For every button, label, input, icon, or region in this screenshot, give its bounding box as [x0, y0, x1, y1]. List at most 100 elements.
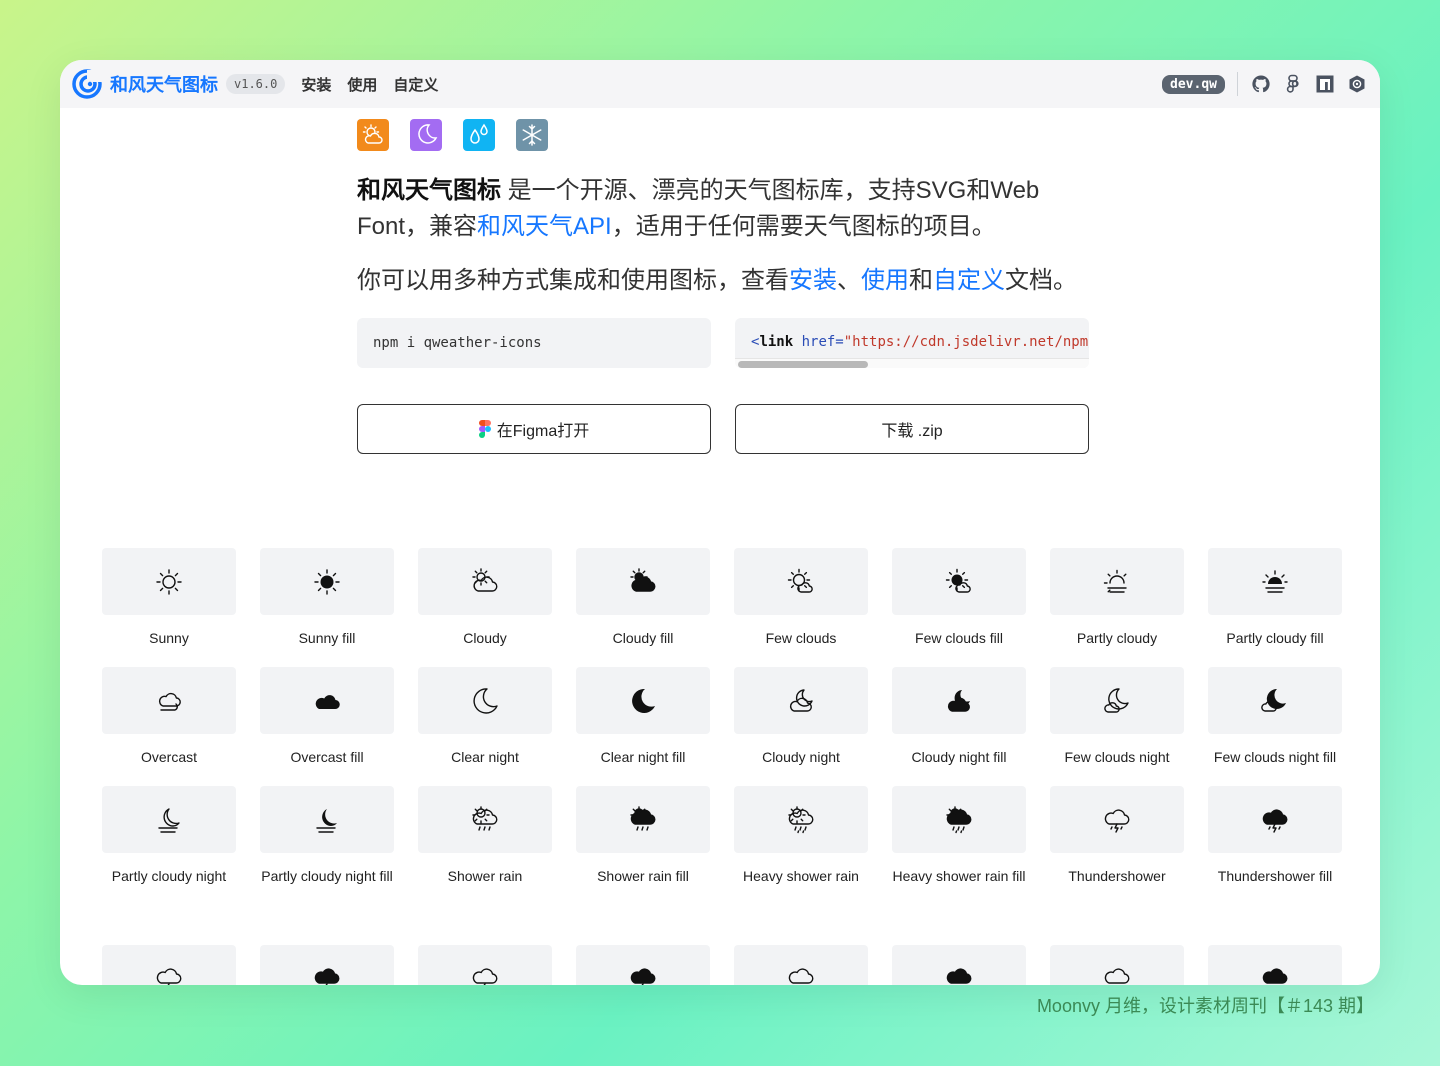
nav-link-customize[interactable]: 自定义 — [393, 74, 438, 95]
figma-icon[interactable] — [1282, 73, 1304, 95]
thunder-rain-icon — [472, 967, 498, 985]
icon-tile[interactable] — [1208, 945, 1342, 985]
icon-card[interactable]: Cloudy — [418, 548, 552, 667]
icon-tile[interactable] — [102, 667, 236, 734]
npm-icon[interactable] — [1314, 73, 1336, 95]
icon-tile[interactable] — [576, 548, 710, 615]
icon-tile[interactable] — [1208, 667, 1342, 734]
icon-card[interactable]: Partly cloudy fill — [1208, 548, 1342, 667]
icon-card[interactable]: Few clouds night fill — [1208, 667, 1342, 786]
icon-tile[interactable] — [260, 667, 394, 734]
top-nav: 和风天气图标 v1.6.0 安装 使用 自定义 dev.qw — [60, 60, 1380, 108]
icon-card[interactable] — [260, 945, 394, 985]
icon-tile[interactable] — [734, 945, 868, 985]
icon-card[interactable]: Cloudy fill — [576, 548, 710, 667]
icon-card[interactable]: Overcast fill — [260, 667, 394, 786]
brand[interactable]: 和风天气图标 — [72, 69, 218, 99]
install-doc-link[interactable]: 安装 — [789, 267, 837, 294]
icon-card[interactable]: Thundershower fill — [1208, 786, 1342, 925]
icon-card[interactable]: Cloudy night fill — [892, 667, 1026, 786]
icon-card[interactable]: Few clouds night — [1050, 667, 1184, 786]
icon-card[interactable]: Shower rain — [418, 786, 552, 925]
icon-tile[interactable] — [418, 548, 552, 615]
icon-card[interactable]: Clear night fill — [576, 667, 710, 786]
icon-tile[interactable] — [1050, 786, 1184, 853]
icon-card[interactable]: Few clouds fill — [892, 548, 1026, 667]
icon-tile[interactable] — [1208, 786, 1342, 853]
icon-card[interactable] — [418, 945, 552, 985]
usage-doc-link[interactable]: 使用 — [861, 267, 909, 294]
icon-card[interactable] — [102, 945, 236, 985]
heavy-shower-rain-fill-icon — [946, 805, 972, 833]
icon-label: Shower rain fill — [597, 868, 689, 884]
customize-doc-link[interactable]: 自定义 — [933, 267, 1005, 294]
npm-install-code[interactable]: npm i qweather-icons — [357, 318, 711, 368]
dev-badge[interactable]: dev.qw — [1162, 74, 1225, 94]
icon-card[interactable]: Shower rain fill — [576, 786, 710, 925]
docs-text-2: 文档。 — [1005, 267, 1077, 294]
icon-tile[interactable] — [102, 548, 236, 615]
icon-tile[interactable] — [1050, 945, 1184, 985]
code-scrollbar[interactable] — [735, 358, 1089, 368]
icon-card[interactable] — [734, 945, 868, 985]
icon-card[interactable]: Partly cloudy night fill — [260, 786, 394, 925]
icon-tile[interactable] — [260, 548, 394, 615]
icon-label: Cloudy — [463, 630, 507, 646]
icon-card[interactable]: Partly cloudy — [1050, 548, 1184, 667]
icon-card[interactable]: Clear night — [418, 667, 552, 786]
nav-link-install[interactable]: 安装 — [301, 74, 331, 95]
nav-link-usage[interactable]: 使用 — [347, 74, 377, 95]
icon-tile[interactable] — [1208, 548, 1342, 615]
icon-tile[interactable] — [1050, 667, 1184, 734]
partly-cloudy-night-fill-icon — [316, 808, 337, 833]
icon-tile[interactable] — [1050, 548, 1184, 615]
icon-card[interactable]: Partly cloudy night — [102, 786, 236, 925]
github-icon[interactable] — [1250, 73, 1272, 95]
qweather-api-link[interactable]: 和风天气API — [477, 213, 612, 240]
cdn-link-code[interactable]: <link href="https://cdn.jsdelivr.net/npm… — [735, 318, 1089, 368]
icon-card[interactable]: Heavy shower rain — [734, 786, 868, 925]
version-badge: v1.6.0 — [226, 74, 286, 94]
credit-text: Moonvy 月维，设计素材周刊【＃143 期】 — [1036, 996, 1374, 1016]
icon-card[interactable]: Few clouds — [734, 548, 868, 667]
download-zip-button[interactable]: 下载 .zip — [735, 404, 1089, 454]
icon-tile[interactable] — [102, 786, 236, 853]
icon-label: Clear night — [451, 749, 519, 765]
icon-tile[interactable] — [576, 667, 710, 734]
icon-tile[interactable] — [418, 667, 552, 734]
icon-tile[interactable] — [734, 548, 868, 615]
icon-card[interactable]: Sunny — [102, 548, 236, 667]
icon-tile[interactable] — [892, 945, 1026, 985]
overcast-icon — [158, 692, 181, 711]
code-snippets: npm i qweather-icons <link href="https:/… — [357, 318, 1089, 368]
figma-color-icon — [478, 420, 491, 438]
icon-card[interactable]: Sunny fill — [260, 548, 394, 667]
icon-card[interactable] — [576, 945, 710, 985]
shield-icon[interactable] — [1346, 73, 1368, 95]
icon-card[interactable]: Cloudy night — [734, 667, 868, 786]
icon-tile[interactable] — [734, 786, 868, 853]
icon-label: Sunny fill — [298, 630, 356, 646]
icon-card[interactable]: Thundershower — [1050, 786, 1184, 925]
icon-tile[interactable] — [734, 667, 868, 734]
icon-tile[interactable] — [576, 945, 710, 985]
icon-tile[interactable] — [576, 786, 710, 853]
icon-card[interactable] — [892, 945, 1026, 985]
icon-tile[interactable] — [102, 945, 236, 985]
icon-tile[interactable] — [892, 548, 1026, 615]
icon-card[interactable]: Overcast — [102, 667, 236, 786]
icon-card[interactable]: Heavy shower rain fill — [892, 786, 1026, 925]
icon-tile[interactable] — [418, 786, 552, 853]
snowflake-icon — [516, 119, 548, 151]
icon-tile[interactable] — [260, 786, 394, 853]
icon-tile[interactable] — [260, 945, 394, 985]
intro-text-2: ，适用于任何需要天气图标的项目。 — [611, 213, 996, 240]
scroll-thumb[interactable] — [738, 361, 868, 368]
icon-tile[interactable] — [418, 945, 552, 985]
icon-tile[interactable] — [892, 667, 1026, 734]
icon-card[interactable] — [1208, 945, 1342, 985]
icon-card[interactable] — [1050, 945, 1184, 985]
icon-tile[interactable] — [892, 786, 1026, 853]
moon-icon — [410, 119, 442, 151]
open-in-figma-button[interactable]: 在Figma打开 — [357, 404, 711, 454]
